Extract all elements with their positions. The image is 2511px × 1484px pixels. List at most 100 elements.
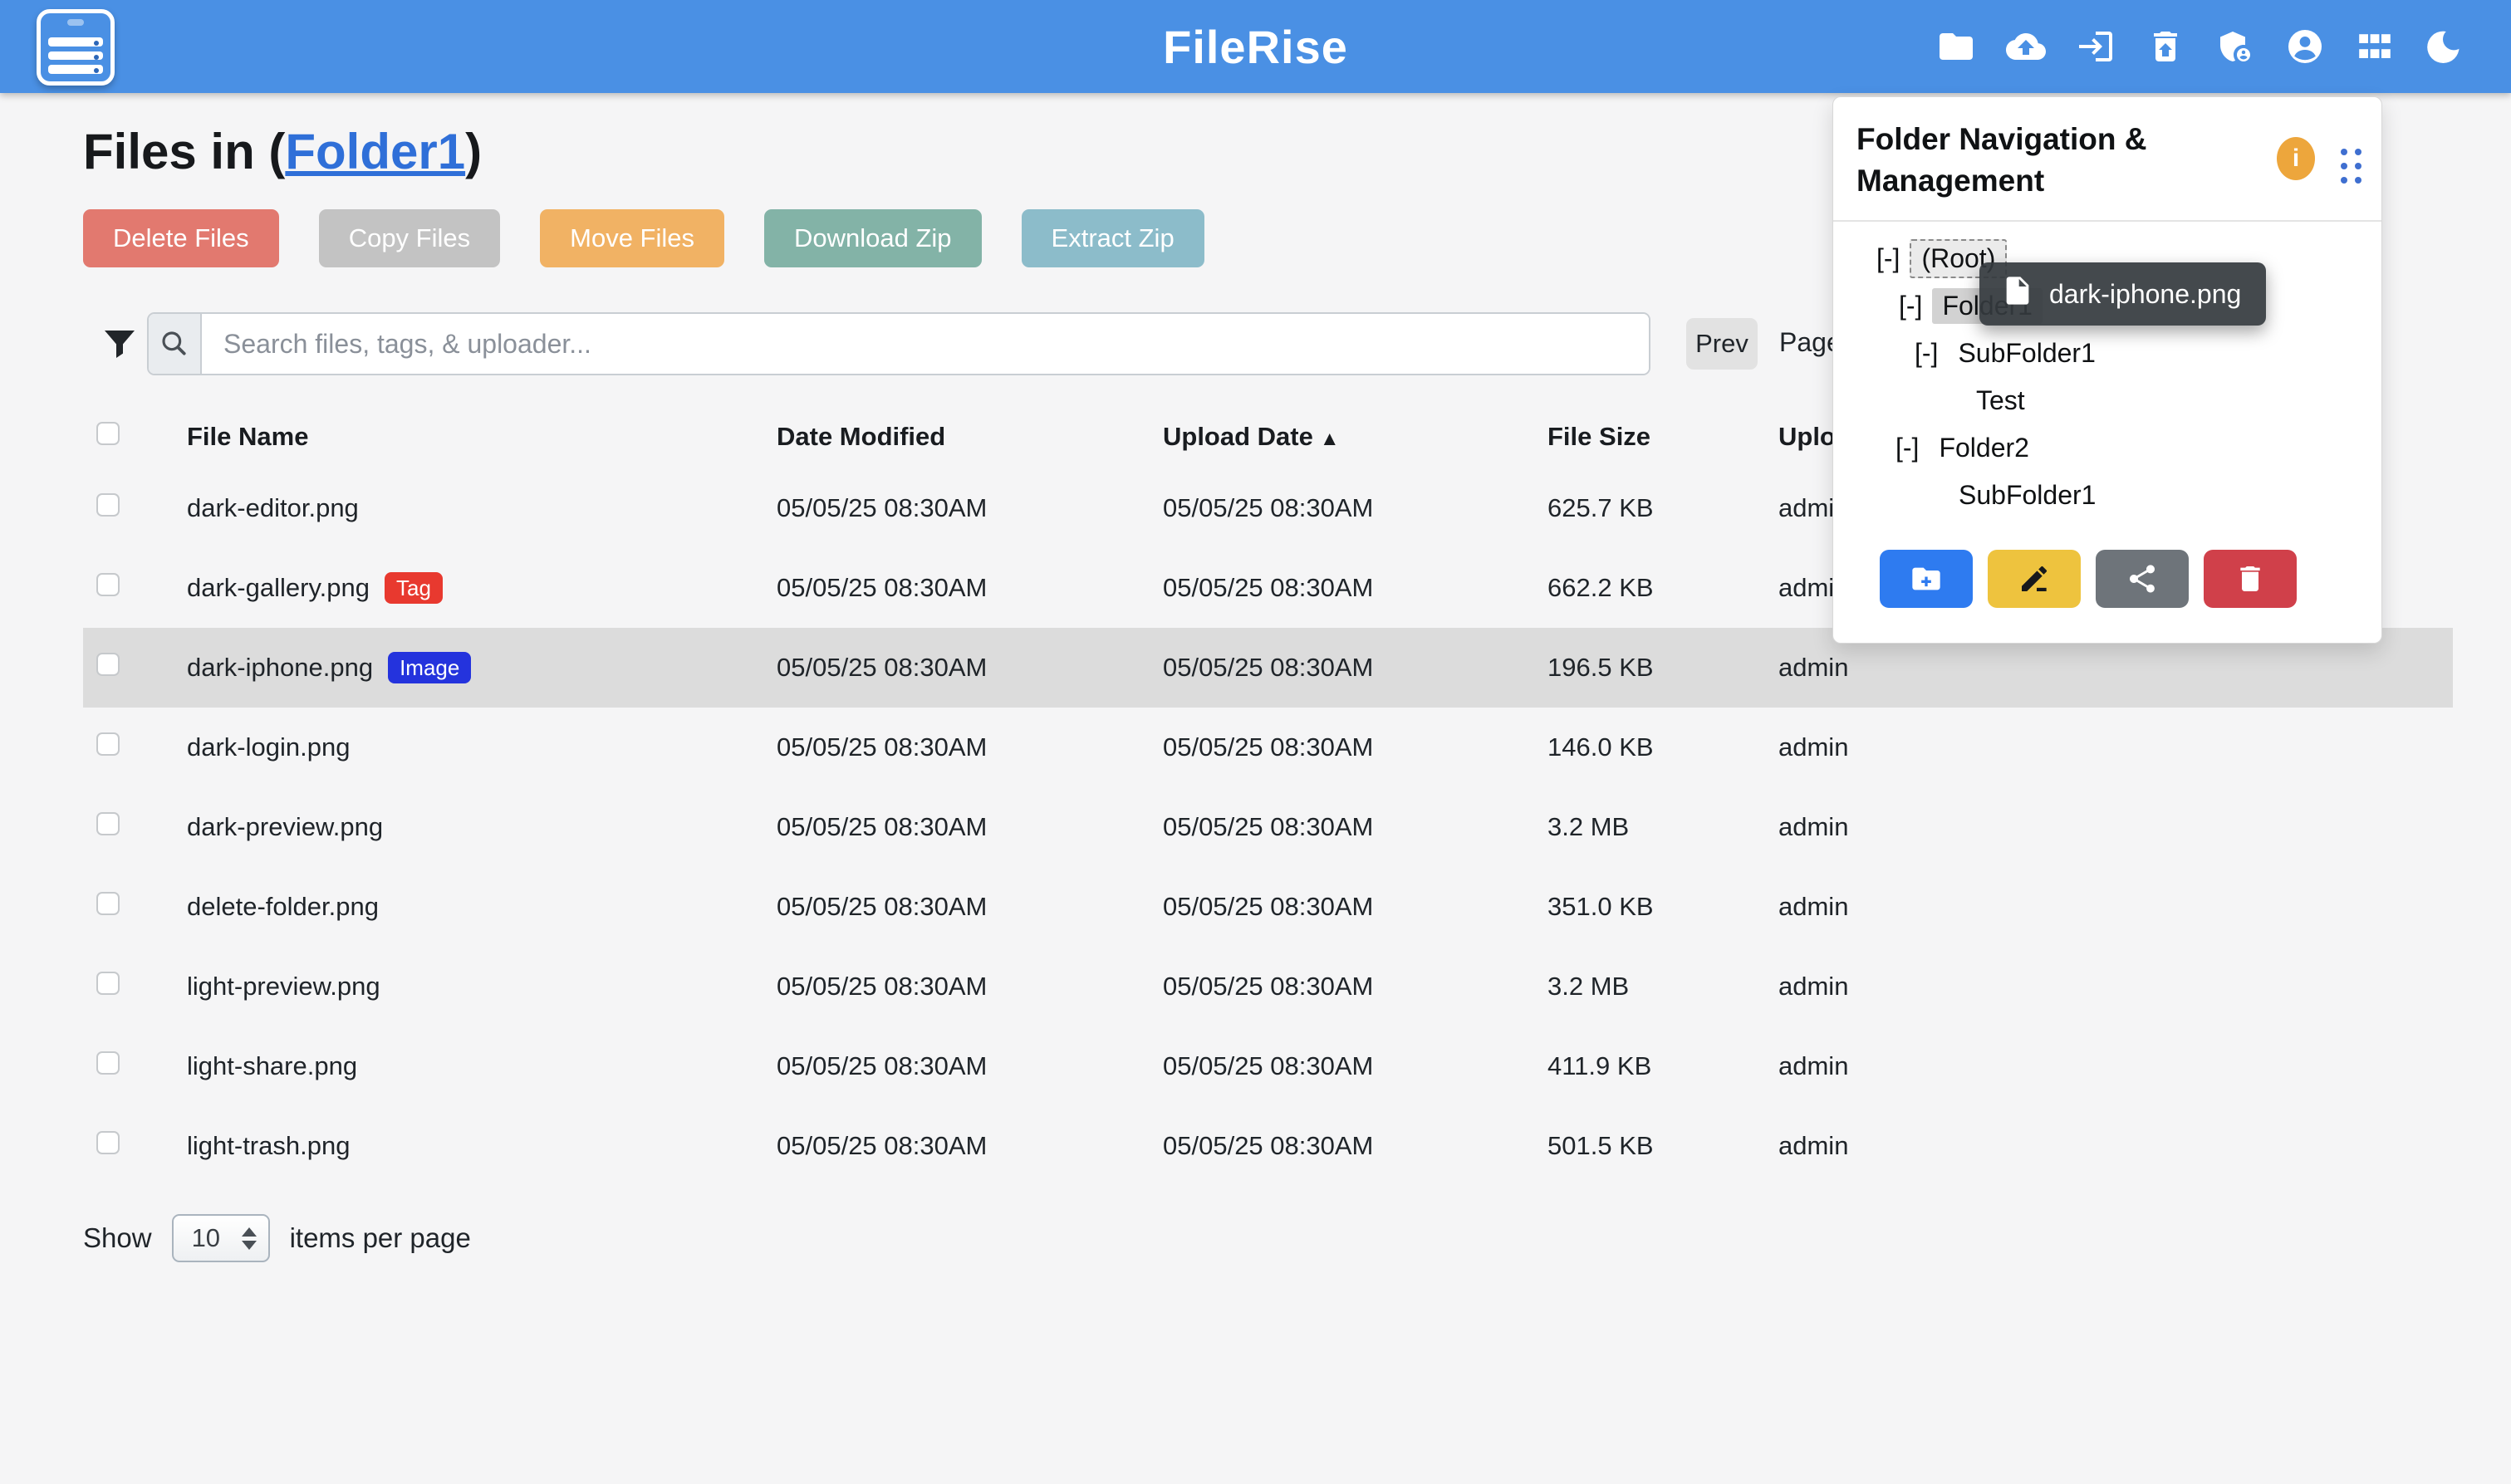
select-all-checkbox[interactable] xyxy=(96,422,120,445)
prev-page-button[interactable]: Prev xyxy=(1686,318,1758,370)
file-name: dark-editor.png xyxy=(187,493,359,523)
folder-actions xyxy=(1880,550,2297,608)
table-row[interactable]: dark-login.png05/05/25 08:30AM05/05/25 0… xyxy=(83,708,2453,787)
sign-in-icon[interactable] xyxy=(2076,27,2116,66)
date-modified: 05/05/25 08:30AM xyxy=(777,493,1163,523)
file-size: 351.0 KB xyxy=(1547,892,1778,922)
file-size: 146.0 KB xyxy=(1547,732,1778,762)
create-folder-button[interactable] xyxy=(1880,550,1973,608)
row-checkbox[interactable] xyxy=(96,493,120,517)
folder-tree-item-test[interactable]: Test xyxy=(1833,377,2381,424)
folder-navigation-panel: Folder Navigation & Management i [-](Roo… xyxy=(1832,96,2382,644)
restore-trash-icon[interactable] xyxy=(2146,27,2185,66)
uploader: admin xyxy=(1778,653,1994,683)
items-per-page-select[interactable]: 10 xyxy=(172,1214,270,1262)
date-modified: 05/05/25 08:30AM xyxy=(777,573,1163,603)
file-size: 662.2 KB xyxy=(1547,573,1778,603)
upload-date: 05/05/25 08:30AM xyxy=(1163,1051,1547,1081)
copy-files-button[interactable]: Copy Files xyxy=(319,209,500,267)
upload-date: 05/05/25 08:30AM xyxy=(1163,573,1547,603)
header-date-modified[interactable]: Date Modified xyxy=(777,422,1163,452)
file-size: 3.2 MB xyxy=(1547,972,1778,1002)
file-size: 625.7 KB xyxy=(1547,493,1778,523)
date-modified: 05/05/25 08:30AM xyxy=(777,1051,1163,1081)
upload-date: 05/05/25 08:30AM xyxy=(1163,892,1547,922)
grid-view-icon[interactable] xyxy=(2355,27,2395,66)
search-icon xyxy=(149,314,202,374)
row-checkbox[interactable] xyxy=(96,1051,120,1075)
date-modified: 05/05/25 08:30AM xyxy=(777,892,1163,922)
row-checkbox[interactable] xyxy=(96,812,120,835)
current-folder-link[interactable]: Folder1 xyxy=(285,124,465,179)
file-name: light-preview.png xyxy=(187,972,380,1002)
file-size: 411.9 KB xyxy=(1547,1051,1778,1081)
tree-collapse-toggle[interactable]: [-] xyxy=(1899,291,1922,321)
tree-collapse-toggle[interactable]: [-] xyxy=(1876,243,1900,274)
row-checkbox[interactable] xyxy=(96,972,120,995)
date-modified: 05/05/25 08:30AM xyxy=(777,972,1163,1002)
info-icon[interactable]: i xyxy=(2277,137,2315,180)
tree-collapse-toggle[interactable]: [-] xyxy=(1915,338,1938,369)
file-tag-badge: Image xyxy=(388,652,471,683)
row-actions xyxy=(1994,1119,2511,1173)
folder-icon[interactable] xyxy=(1936,27,1976,66)
file-name: delete-folder.png xyxy=(187,892,379,922)
uploader: admin xyxy=(1778,972,1994,1002)
page-title: Files in (Folder1) xyxy=(83,123,482,180)
row-actions xyxy=(1994,960,2511,1013)
folder-tree: [-](Root)[-]Folder1[-]SubFolder1Test[-]F… xyxy=(1833,222,2381,519)
move-files-button[interactable]: Move Files xyxy=(540,209,724,267)
delete-files-button[interactable]: Delete Files xyxy=(83,209,279,267)
uploader: admin xyxy=(1778,812,1994,842)
table-row[interactable]: light-trash.png05/05/25 08:30AM05/05/25 … xyxy=(83,1106,2453,1186)
header-file-size[interactable]: File Size xyxy=(1547,422,1778,452)
row-checkbox[interactable] xyxy=(96,1131,120,1154)
folder-tree-item-subfolder1[interactable]: SubFolder1 xyxy=(1833,472,2381,519)
cloud-upload-icon[interactable] xyxy=(2006,27,2046,66)
upload-date: 05/05/25 08:30AM xyxy=(1163,972,1547,1002)
row-checkbox[interactable] xyxy=(96,653,120,676)
tree-label: Folder1 xyxy=(1932,288,2043,324)
folder-tree-item-root[interactable]: [-](Root) xyxy=(1833,235,2381,282)
row-checkbox[interactable] xyxy=(96,573,120,596)
share-folder-button[interactable] xyxy=(2096,550,2189,608)
extract-zip-button[interactable]: Extract Zip xyxy=(1022,209,1204,267)
header-file-name[interactable]: File Name xyxy=(187,422,777,452)
folder-tree-item-folder1[interactable]: [-] Folder1 xyxy=(1833,282,2381,330)
dark-mode-icon[interactable] xyxy=(2425,27,2464,66)
tree-collapse-toggle[interactable]: [-] xyxy=(1896,433,1919,463)
search-input[interactable] xyxy=(202,314,1649,374)
delete-folder-button[interactable] xyxy=(2204,550,2297,608)
file-name: light-trash.png xyxy=(187,1131,350,1161)
filter-icon[interactable] xyxy=(100,324,140,364)
admin-shield-icon[interactable] xyxy=(2215,27,2255,66)
file-size: 3.2 MB xyxy=(1547,812,1778,842)
table-row[interactable]: light-share.png05/05/25 08:30AM05/05/25 … xyxy=(83,1026,2453,1106)
search-group xyxy=(147,312,1650,375)
table-row[interactable]: delete-folder.png 05/05/25 08:30AM05/05/2… xyxy=(83,867,2453,947)
file-name: dark-preview.png xyxy=(187,812,383,842)
user-icon[interactable] xyxy=(2285,27,2325,66)
header-upload-date[interactable]: Upload Date▲ xyxy=(1163,422,1547,452)
table-row[interactable]: light-preview.png 05/05/25 08:30AM05/05/2… xyxy=(83,947,2453,1026)
upload-date: 05/05/25 08:30AM xyxy=(1163,653,1547,683)
row-checkbox[interactable] xyxy=(96,892,120,915)
file-name: dark-login.png xyxy=(187,732,350,762)
uploader: admin xyxy=(1778,732,1994,762)
folder-panel-title: Folder Navigation & Management xyxy=(1856,119,2247,202)
date-modified: 05/05/25 08:30AM xyxy=(777,653,1163,683)
drag-handle-icon[interactable] xyxy=(2341,149,2361,184)
download-zip-button[interactable]: Download Zip xyxy=(764,209,982,267)
topbar-icon-nav xyxy=(1936,0,2464,93)
upload-date: 05/05/25 08:30AM xyxy=(1163,1131,1547,1161)
file-name: dark-gallery.png xyxy=(187,573,370,603)
header-upload-date-label: Upload Date xyxy=(1163,422,1313,451)
row-actions xyxy=(1994,1040,2511,1093)
folder-tree-item-folder2[interactable]: [-]Folder2 xyxy=(1833,424,2381,472)
upload-date: 05/05/25 08:30AM xyxy=(1163,493,1547,523)
rename-folder-button[interactable] xyxy=(1988,550,2081,608)
table-row[interactable]: dark-preview.png05/05/25 08:30AM05/05/25… xyxy=(83,787,2453,867)
folder-panel-header: Folder Navigation & Management i xyxy=(1833,97,2381,220)
row-checkbox[interactable] xyxy=(96,732,120,756)
folder-tree-item-subfolder1[interactable]: [-]SubFolder1 xyxy=(1833,330,2381,377)
